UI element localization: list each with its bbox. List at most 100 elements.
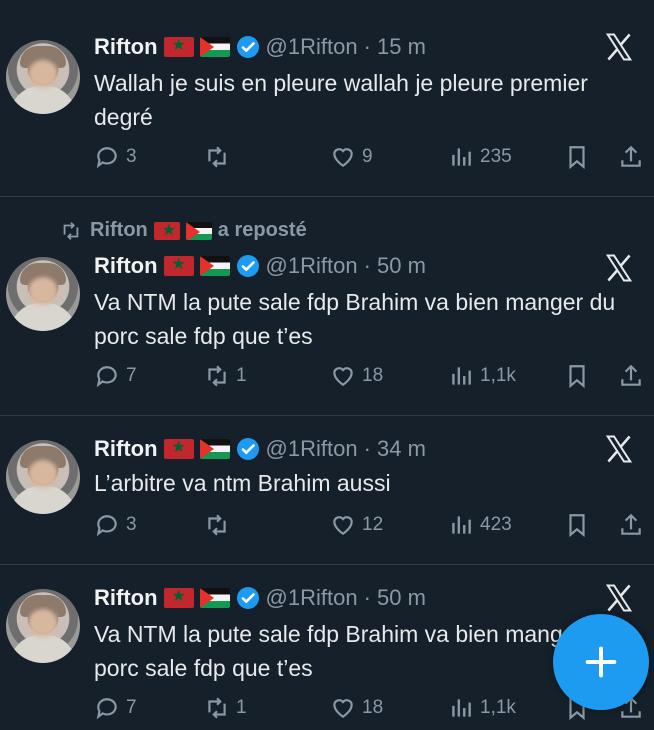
tweet-actions: 3 12 423 (94, 512, 654, 546)
reply-icon (96, 147, 117, 169)
repost-button[interactable] (204, 512, 236, 538)
tweet[interactable]: Rifton a reposté Rifton @1Rifton · 50 m … (0, 197, 654, 415)
like-count: 9 (362, 146, 373, 167)
views-button[interactable]: 1,1k (448, 695, 516, 721)
morocco-flag-icon (163, 588, 194, 608)
views-button[interactable]: 423 (448, 512, 512, 538)
repost-icon (208, 697, 226, 719)
like-button[interactable]: 18 (330, 363, 383, 389)
palestine-flag-icon (199, 588, 230, 608)
reply-count: 7 (126, 365, 137, 386)
views-icon (452, 699, 471, 717)
repost-context: Rifton a reposté (58, 219, 307, 242)
repost-button[interactable] (204, 144, 236, 170)
author-name[interactable]: Rifton (94, 436, 158, 462)
palestine-flag-icon (199, 37, 230, 57)
avatar[interactable] (6, 440, 80, 514)
reply-button[interactable]: 7 (94, 363, 137, 389)
like-count: 18 (362, 365, 384, 386)
author-handle[interactable]: @1Rifton (266, 34, 358, 60)
like-button[interactable]: 18 (330, 695, 383, 721)
tweet-timestamp[interactable]: · 15 m (364, 34, 426, 60)
compose-button[interactable] (553, 614, 649, 710)
like-button[interactable]: 12 (330, 512, 383, 538)
tweet-header: Rifton @1Rifton · 15 m (94, 34, 426, 60)
tweet-header: Rifton @1Rifton · 34 m (94, 436, 426, 462)
author-handle[interactable]: @1Rifton (266, 436, 358, 462)
like-count: 18 (362, 697, 384, 718)
verified-badge-icon (236, 438, 259, 460)
share-icon (621, 145, 641, 167)
views-button[interactable]: 235 (448, 144, 512, 170)
tweet-header: Rifton @1Rifton · 50 m (94, 253, 426, 279)
views-count: 235 (480, 146, 512, 167)
reply-count: 3 (126, 146, 137, 167)
bookmark-icon (569, 514, 585, 538)
reply-button[interactable]: 7 (94, 695, 137, 721)
share-icon (621, 513, 641, 535)
repost-button[interactable]: 1 (204, 363, 247, 389)
tweet[interactable]: Rifton @1Rifton · 15 m Wallah je suis en… (0, 0, 654, 196)
x-logo-icon (605, 33, 633, 61)
tweet-text: L’arbitre va ntm Brahim aussi (94, 470, 391, 496)
reply-count: 7 (126, 697, 137, 718)
avatar[interactable] (6, 589, 80, 663)
heart-icon (333, 148, 353, 167)
tweet-timestamp[interactable]: · 34 m (364, 436, 426, 462)
views-icon (452, 148, 471, 166)
author-handle[interactable]: @1Rifton (266, 253, 358, 279)
repost-icon (208, 514, 226, 536)
reply-button[interactable]: 3 (94, 144, 137, 170)
views-icon (452, 367, 471, 385)
author-name[interactable]: Rifton (94, 253, 158, 279)
morocco-flag-icon (163, 256, 194, 276)
reply-icon (96, 698, 117, 720)
plus-icon (585, 646, 617, 678)
avatar[interactable] (6, 40, 80, 114)
tweet-timestamp[interactable]: · 50 m (364, 253, 426, 279)
avatar[interactable] (6, 257, 80, 331)
reply-icon (96, 515, 117, 537)
tweet-text: Va NTM la pute sale fdp Brahim va bien m… (94, 289, 616, 349)
bookmark-icon (569, 365, 585, 389)
views-icon (452, 516, 471, 534)
share-button[interactable] (618, 363, 644, 389)
bookmark-button[interactable] (564, 144, 590, 170)
repost-button[interactable]: 1 (204, 695, 247, 721)
bookmark-button[interactable] (564, 363, 590, 389)
share-button[interactable] (618, 144, 644, 170)
repost-icon (208, 365, 226, 387)
verified-badge-icon (236, 36, 259, 58)
views-button[interactable]: 1,1k (448, 363, 516, 389)
like-count: 12 (362, 514, 384, 535)
repost-icon (63, 221, 79, 240)
verified-badge-icon (236, 587, 259, 609)
repost-label: a reposté (217, 219, 307, 241)
palestine-flag-icon (185, 221, 212, 240)
reposter-name[interactable]: Rifton (90, 219, 148, 242)
heart-icon (333, 516, 353, 535)
like-button[interactable]: 9 (330, 144, 373, 170)
share-icon (621, 364, 641, 386)
tweet-actions: 7 1 18 1,1k (94, 695, 654, 729)
tweet-actions: 3 9 235 (94, 144, 654, 178)
heart-icon (333, 367, 353, 386)
morocco-flag-icon (163, 37, 194, 57)
tweet-text: Wallah je suis en pleure wallah je pleur… (94, 70, 588, 130)
tweet-actions: 7 1 18 1,1k (94, 363, 654, 397)
author-handle[interactable]: @1Rifton (266, 585, 358, 611)
tweet-timestamp[interactable]: · 50 m (364, 585, 426, 611)
author-name[interactable]: Rifton (94, 585, 158, 611)
reply-button[interactable]: 3 (94, 512, 137, 538)
bookmark-button[interactable] (564, 512, 590, 538)
share-button[interactable] (618, 512, 644, 538)
reply-icon (96, 366, 117, 388)
author-name[interactable]: Rifton (94, 34, 158, 60)
views-count: 423 (480, 514, 512, 535)
x-logo-icon (605, 435, 633, 463)
views-count: 1,1k (480, 697, 516, 718)
x-logo-icon (605, 254, 633, 282)
morocco-flag-icon (163, 439, 194, 459)
tweet[interactable]: Rifton @1Rifton · 34 m L’arbitre va ntm … (0, 416, 654, 564)
repost-icon (208, 146, 226, 168)
